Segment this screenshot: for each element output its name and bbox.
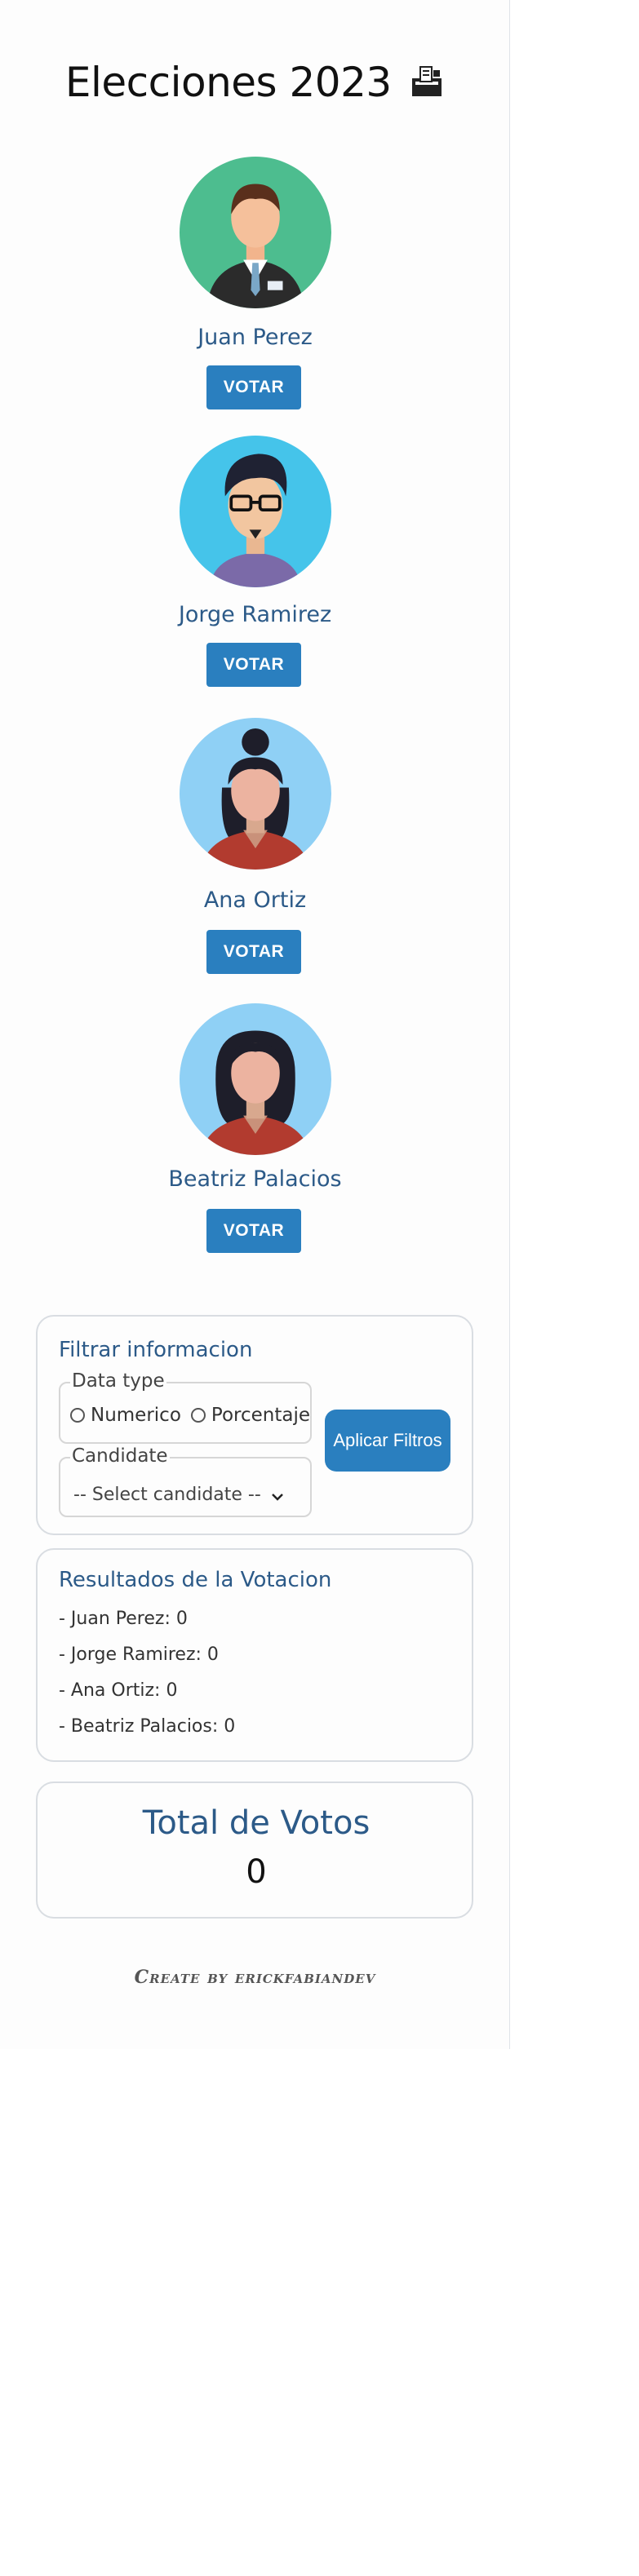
vote-button-ana-ortiz[interactable]: VOTAR xyxy=(206,930,301,974)
avatar-juan-perez xyxy=(180,157,331,308)
result-line: - Beatriz Palacios: 0 xyxy=(59,1716,236,1737)
radio-porcentaje[interactable] xyxy=(190,1408,206,1423)
data-type-legend: Data type xyxy=(70,1370,166,1392)
candidate-name: Beatriz Palacios xyxy=(168,1166,342,1192)
filter-title: Filtrar informacion xyxy=(59,1338,253,1362)
candidate-name: Ana Ortiz xyxy=(203,887,307,913)
result-line: - Juan Perez: 0 xyxy=(59,1609,188,1629)
candidate-name: Jorge Ramirez xyxy=(178,602,332,627)
result-line: - Jorge Ramirez: 0 xyxy=(59,1644,219,1665)
ballot-box-icon xyxy=(409,62,445,109)
vote-button-beatriz-palacios[interactable]: VOTAR xyxy=(206,1209,301,1253)
candidate-legend: Candidate xyxy=(70,1445,170,1467)
chevron-down-icon xyxy=(271,1485,283,1506)
total-card: Total de Votos 0 xyxy=(36,1782,473,1919)
results-card: Resultados de la Votacion - Juan Perez: … xyxy=(36,1548,473,1762)
results-title: Resultados de la Votacion xyxy=(59,1568,332,1592)
vote-button-juan-perez[interactable]: VOTAR xyxy=(206,365,301,409)
candidate-fieldset: Candidate -- Select candidate -- xyxy=(59,1445,312,1517)
data-type-options: Numerico Porcentaje xyxy=(70,1405,310,1426)
vote-button-jorge-ramirez[interactable]: VOTAR xyxy=(206,643,301,687)
avatar-jorge-ramirez xyxy=(180,436,331,587)
candidate-select[interactable]: -- Select candidate -- xyxy=(73,1485,283,1506)
radio-numerico-label: Numerico xyxy=(91,1405,181,1426)
total-value: 0 xyxy=(246,1853,267,1891)
radio-numerico[interactable] xyxy=(70,1408,85,1423)
data-type-fieldset: Data type Numerico Porcentaje xyxy=(59,1370,312,1444)
page-title-text: Elecciones 2023 xyxy=(64,59,392,106)
candidate-select-value: -- Select candidate -- xyxy=(73,1485,261,1505)
apply-filters-button[interactable]: Aplicar Filtros xyxy=(325,1410,450,1472)
page-title: Elecciones 2023 xyxy=(0,59,510,109)
main-panel: Elecciones 2023 Juan Perez VOTAR Jorge R… xyxy=(0,0,510,2049)
footer-credit: Create by erickfabiandev xyxy=(134,1967,376,1988)
filter-card: Filtrar informacion Data type Numerico P… xyxy=(36,1315,473,1535)
avatar-ana-ortiz xyxy=(180,718,331,870)
candidate-name: Juan Perez xyxy=(197,325,313,350)
avatar-beatriz-palacios xyxy=(180,1003,331,1155)
result-line: - Ana Ortiz: 0 xyxy=(59,1680,178,1701)
radio-porcentaje-label: Porcentaje xyxy=(211,1405,311,1426)
total-title: Total de Votos xyxy=(142,1804,371,1842)
